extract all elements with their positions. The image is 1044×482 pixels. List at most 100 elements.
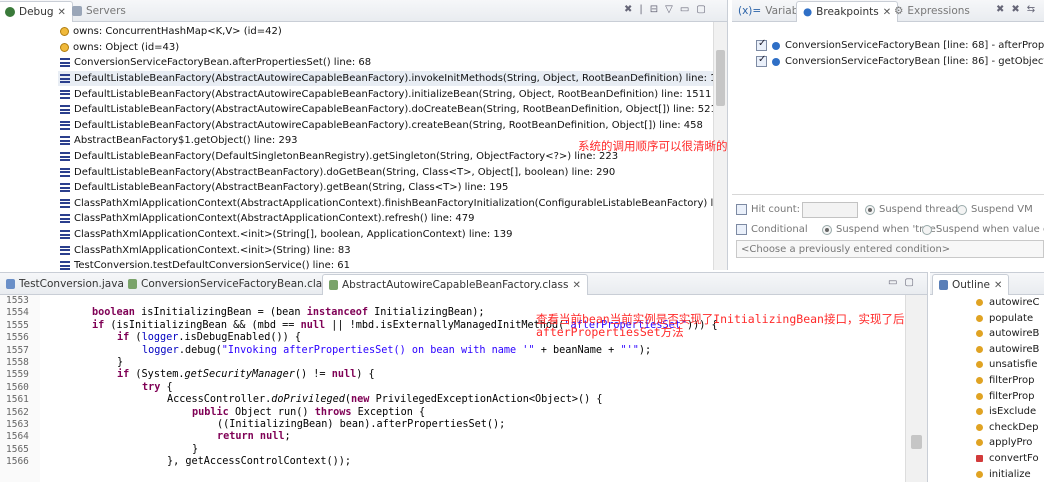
monitor-row[interactable]: owns: ConcurrentHashMap<K,V> (id=42) [60,24,282,40]
breakpoint-label: ConversionServiceFactoryBean [line: 68] … [785,40,1044,51]
code-line: } [117,357,124,368]
suspend-changes-option[interactable]: Suspend when value changes [922,224,1044,235]
outline-item[interactable]: checkDep [976,422,1038,433]
remove-breakpoint-icon[interactable]: ✖ [996,4,1004,15]
stack-frame-row[interactable]: DefaultListableBeanFactory(DefaultSingle… [60,149,618,165]
minimize-icon[interactable]: ▭ [888,277,897,288]
breakpoint-item[interactable]: ConversionServiceFactoryBean [line: 68] … [756,38,1044,51]
outline-icon [939,280,948,290]
frame-label: ClassPathXmlApplicationContext.<init>(St… [74,229,513,241]
outline-item[interactable]: autowireC [976,297,1040,308]
code-line: if (logger.isDebugEnabled()) { [117,332,302,344]
conditional-checkbox[interactable] [736,224,747,235]
stack-frame-row[interactable]: ClassPathXmlApplicationContext(AbstractA… [60,196,727,212]
outline-item[interactable]: filterProp [976,375,1034,386]
method-icon [976,408,983,416]
maximize-icon[interactable]: ▢ [696,4,705,15]
code-line: logger.debug("Invoking afterPropertiesSe… [142,344,652,356]
stack-frame-icon [60,198,70,208]
remove-terminated-icon[interactable]: ✖ [624,4,632,15]
line-number: 1561 [6,394,29,406]
stack-frame-row[interactable]: DefaultListableBeanFactory(AbstractAutow… [58,70,727,87]
stack-frame-row[interactable]: DefaultListableBeanFactory(AbstractAutow… [60,102,717,118]
tab-outline[interactable]: Outline ✕ [932,274,1010,295]
stack-frame-row[interactable]: DefaultListableBeanFactory(AbstractBeanF… [60,180,508,196]
maximize-icon[interactable]: ▢ [904,277,913,288]
tab-debug[interactable]: Debug ✕ [0,1,73,22]
outline-item[interactable]: populate [976,313,1033,324]
suspend-vm-option[interactable]: Suspend VM [957,204,1033,215]
close-icon[interactable]: ✕ [58,7,66,18]
breakpoint-checkbox[interactable] [756,38,767,51]
monitor-row[interactable]: owns: Object (id=43) [60,40,179,56]
stack-frame-icon [60,58,70,68]
outline-item[interactable]: autowireB [976,328,1039,339]
line-number: 1556 [6,332,29,344]
tab-label: Debug [19,6,54,18]
stack-frame-row[interactable]: ClassPathXmlApplicationContext.<init>(St… [60,227,513,243]
tab-breakpoints[interactable]: ● Breakpoints ✕ [796,1,899,22]
stack-frame-row[interactable]: ClassPathXmlApplicationContext.<init>(St… [60,242,351,258]
hit-count-checkbox[interactable] [736,204,747,215]
condition-history-combo[interactable]: <Choose a previously entered condition> [736,240,1044,258]
code-line: return null; [217,431,291,443]
tab-testconversion[interactable]: TestConversion.java [0,274,130,294]
line-number: 1564 [6,431,29,443]
collapse-icon[interactable]: ⊟ [650,4,658,15]
outline-item[interactable]: isExclude [976,406,1036,417]
suspend-thread-label: Suspend thread [879,204,959,215]
conditional-option[interactable]: Conditional [736,224,808,235]
tab-expressions[interactable]: ⚙ Expressions [888,1,976,21]
outline-item[interactable]: convertFo [976,453,1039,464]
line-number: 1560 [6,381,29,393]
scrollbar-thumb[interactable] [716,50,725,106]
outline-item[interactable]: initialize [976,469,1031,480]
debug-bug-icon [5,7,15,17]
stack-frame-row[interactable]: ConversionServiceFactoryBean.afterProper… [60,55,371,71]
stack-frame-row[interactable]: AbstractBeanFactory$1.getObject() line: … [60,133,298,149]
hit-count-option[interactable]: Hit count: [736,204,800,215]
debug-toolbar: ✖ | ⊟ ▽ ▭ ▢ [624,4,706,15]
code-line: }, getAccessControlContext()); [167,456,352,468]
editor-annotation: 查看当前bean当前实例是否实现了InitializingBean接口，实现了后… [536,312,928,339]
method-icon [976,314,983,322]
suspend-true-radio[interactable] [822,224,832,235]
suspend-vm-radio[interactable] [957,204,967,215]
editor-view: TestConversion.java ConversionServiceFac… [0,272,928,482]
expressions-icon: ⚙ [894,5,904,17]
hit-count-input[interactable] [802,202,858,218]
tab-abstractautowire[interactable]: AbstractAutowireCapableBeanFactory.class… [322,274,588,295]
close-icon[interactable]: ✕ [994,280,1002,291]
stack-frame-row[interactable]: DefaultListableBeanFactory(AbstractBeanF… [60,164,615,180]
outline-item-label: unsatisfie [989,359,1038,371]
close-icon[interactable]: ✕ [572,280,580,291]
tab-servers[interactable]: Servers [66,1,132,21]
debug-tabbar: Debug ✕ Servers ✖ | ⊟ ▽ ▭ ▢ [0,0,727,22]
stack-frame-row[interactable]: DefaultListableBeanFactory(AbstractAutow… [60,118,703,134]
breakpoint-checkbox[interactable] [756,54,767,67]
tab-conversionservicefactorybean[interactable]: ConversionServiceFactoryBean.class [122,274,339,294]
stack-frame-row[interactable]: DefaultListableBeanFactory(AbstractAutow… [60,86,711,102]
remove-all-icon[interactable]: ✖ [1011,4,1019,15]
outline-item[interactable]: filterProp [976,391,1034,402]
suspend-true-option[interactable]: Suspend when 'true' [822,224,938,235]
suspend-thread-option[interactable]: Suspend thread [865,204,958,215]
scrollbar-thumb[interactable] [911,435,922,449]
suspend-changes-radio[interactable] [922,224,932,235]
outline-item[interactable]: unsatisfie [976,359,1037,370]
stack-frame-row[interactable]: ClassPathXmlApplicationContext(AbstractA… [60,211,475,227]
link-icon[interactable]: ⇆ [1027,4,1035,15]
method-icon [976,439,983,447]
view-menu-icon[interactable]: ▽ [665,4,673,15]
breakpoint-icon [772,57,780,66]
condition-placeholder: <Choose a previously entered condition> [741,243,951,255]
editor-scrollbar[interactable] [905,295,927,482]
outline-item[interactable]: applyPro [976,437,1032,448]
line-number-gutter: 1553 1554 1555 1556 1557 1558 1559 1560 1561 1562… [0,295,40,482]
code-area[interactable]: 1553 1554 1555 1556 1557 1558 1559 1560 1561 1562… [0,295,927,482]
breakpoint-item[interactable]: ConversionServiceFactoryBean [line: 86] … [756,54,1044,67]
outline-item[interactable]: autowireB [976,344,1039,355]
stack-frame-row[interactable]: TestConversion.testDefaultConversionServ… [60,258,350,270]
suspend-thread-radio[interactable] [865,204,875,215]
minimize-icon[interactable]: ▭ [680,4,689,15]
